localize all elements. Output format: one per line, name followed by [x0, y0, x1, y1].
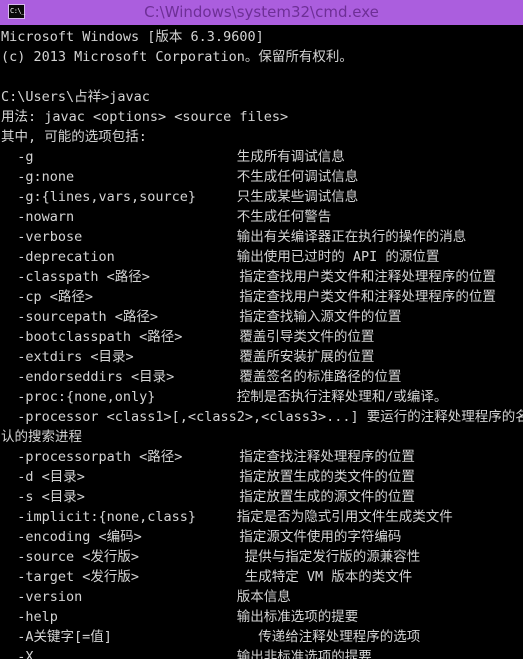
console-line: 其中, 可能的选项包括: [1, 129, 147, 145]
window-title: C:\Windows\system32\cmd.exe [144, 3, 379, 21]
console-line: -proc:{none,only} 控制是否执行注释处理和/或编译。 [1, 389, 448, 405]
console-line: Microsoft Windows [版本 6.3.9600] [1, 29, 264, 45]
console-line: -sourcepath <路径> 指定查找输入源文件的位置 [1, 309, 402, 325]
console-line: -g:none 不生成任何调试信息 [1, 169, 359, 185]
console-line: 用法: javac <options> <source files> [1, 109, 289, 125]
console-text: Microsoft Windows [版本 6.3.9600] (c) 2013 … [1, 27, 523, 659]
console-line: -encoding <编码> 指定源文件使用的字符编码 [1, 529, 402, 545]
console-line: -deprecation 输出使用已过时的 API 的源位置 [1, 249, 440, 265]
console-line: -X 输出非标准选项的提要 [1, 649, 372, 659]
console-line: -cp <路径> 指定查找用户类文件和注释处理程序的位置 [1, 289, 496, 305]
console-line: -extdirs <目录> 覆盖所安装扩展的位置 [1, 349, 375, 365]
console-line: -verbose 输出有关编译器正在执行的操作的消息 [1, 229, 467, 245]
console-line: -classpath <路径> 指定查找用户类文件和注释处理程序的位置 [1, 269, 496, 285]
console-line: C:\Users\占祥>javac [1, 89, 150, 105]
console-line: -source <发行版> 提供与指定发行版的源兼容性 [1, 549, 421, 565]
console-line: -target <发行版> 生成特定 VM 版本的类文件 [1, 569, 413, 585]
console-line: -processorpath <路径> 指定查找注释处理程序的位置 [1, 449, 415, 465]
console-line: -version 版本信息 [1, 589, 291, 605]
console-output-area[interactable]: Microsoft Windows [版本 6.3.9600] (c) 2013 … [0, 25, 523, 659]
console-line: -d <目录> 指定放置生成的类文件的位置 [1, 469, 415, 485]
title-bar[interactable]: C:\_ C:\Windows\system32\cmd.exe [0, 0, 523, 25]
console-line: -implicit:{none,class} 指定是否为隐式引用文件生成类文件 [1, 509, 453, 525]
console-line: 认的搜索进程 [1, 429, 82, 445]
console-line: -bootclasspath <路径> 覆盖引导类文件的位置 [1, 329, 375, 345]
console-line: -g:{lines,vars,source} 只生成某些调试信息 [1, 189, 359, 205]
console-line: -A关键字[=值] 传递给注释处理程序的选项 [1, 629, 421, 645]
console-line: -processor <class1>[,<class2>,<class3>..… [17, 409, 523, 425]
cmd-window: C:\_ C:\Windows\system32\cmd.exe Microso… [0, 0, 523, 659]
console-line: -endorseddirs <目录> 覆盖签名的标准路径的位置 [1, 369, 402, 385]
console-line: (c) 2013 Microsoft Corporation。保留所有权利。 [1, 49, 353, 65]
console-line: -g 生成所有调试信息 [1, 149, 345, 165]
console-line: -help 输出标准选项的提要 [1, 609, 359, 625]
console-line: -s <目录> 指定放置生成的源文件的位置 [1, 489, 415, 505]
console-line: -nowarn 不生成任何警告 [1, 209, 332, 225]
